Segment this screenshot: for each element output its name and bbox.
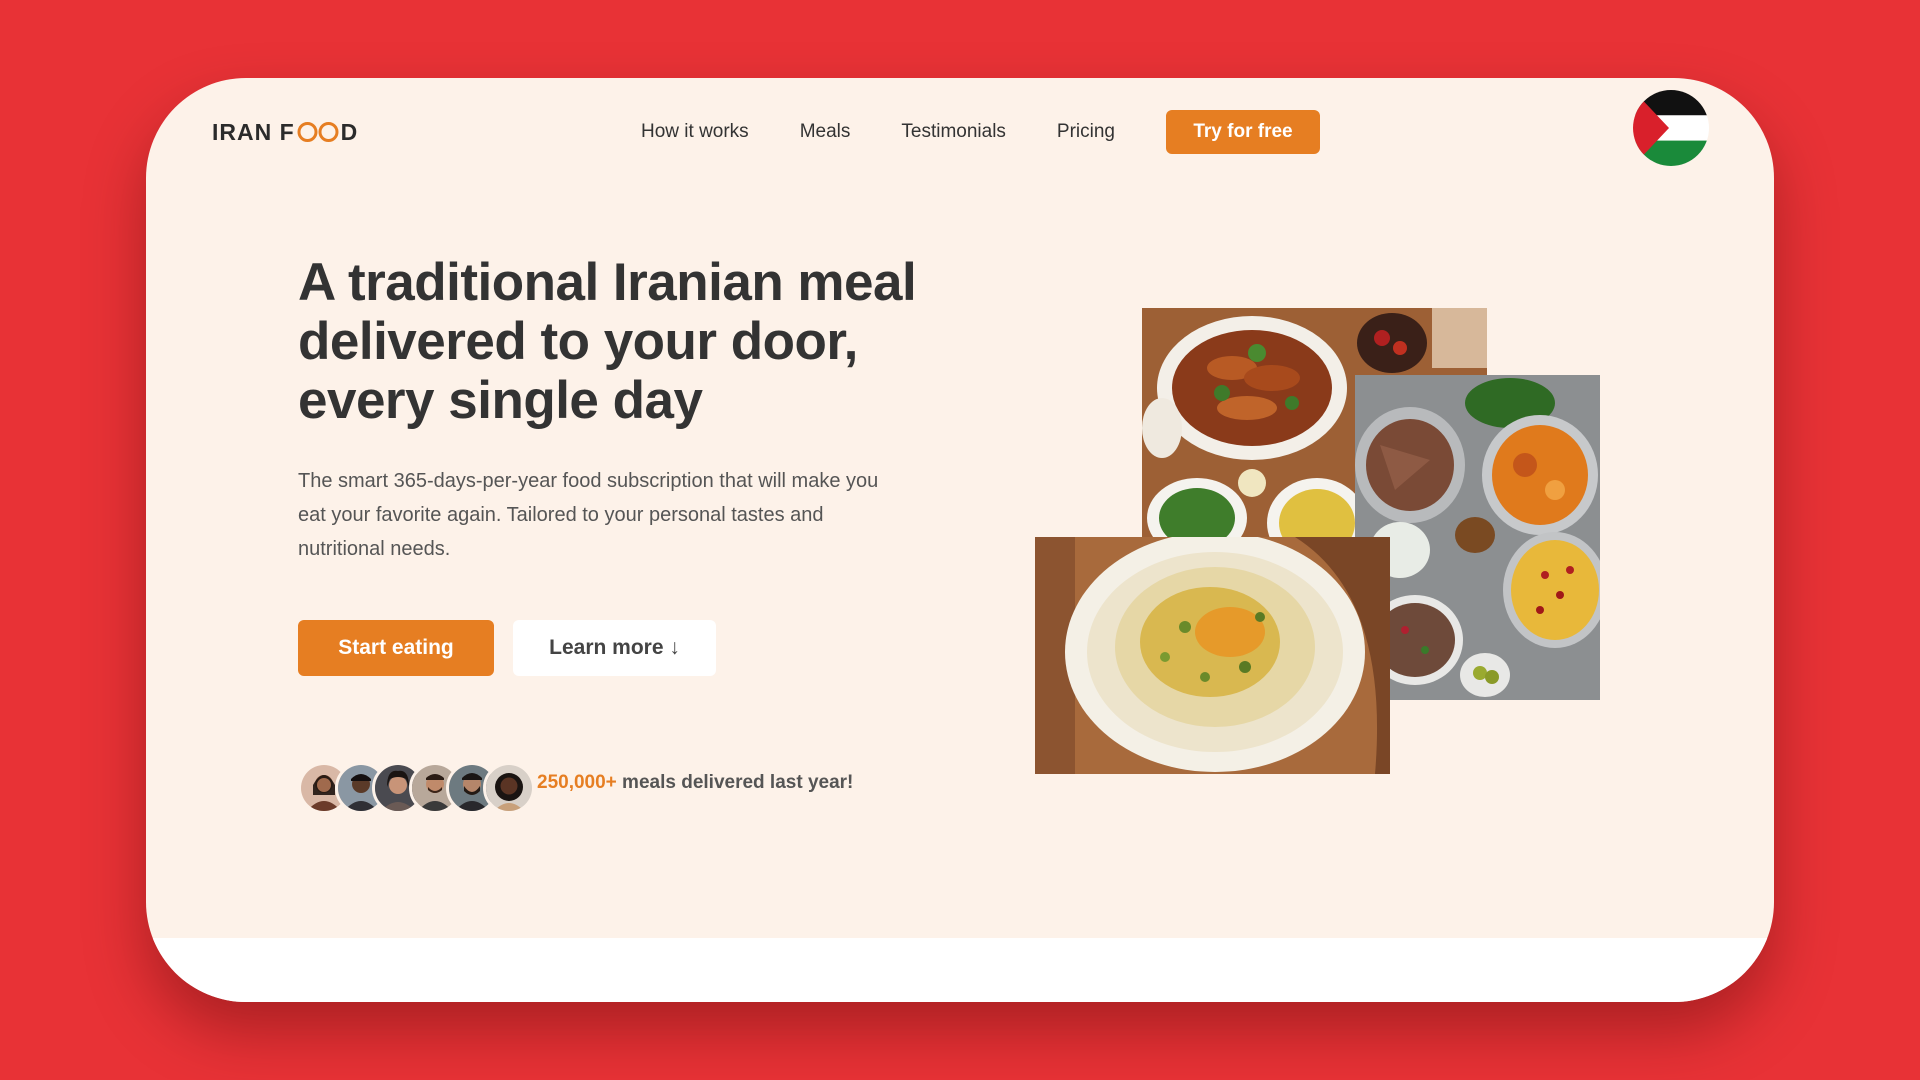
palestine-flag-icon[interactable] [1633,90,1709,166]
hero-title: A traditional Iranian meal delivered to … [298,253,917,430]
logo-text-suffix: D [340,118,359,145]
avatar [483,762,535,814]
infinity-o-icon [297,122,339,142]
page-footer-strip [146,938,1774,1002]
hero-subtitle: The smart 365-days-per-year food subscri… [298,470,879,560]
nav-how-it-works[interactable]: How it works [641,121,749,143]
landing-page-card: IRAN F D How it works Meals Testimonials… [146,78,1774,1002]
saffron-rice-image [1035,537,1390,774]
main-nav: How it works Meals Testimonials Pricing … [641,110,1320,154]
try-for-free-button[interactable]: Try for free [1166,110,1320,154]
delivered-count: 250,000+ [537,772,617,793]
logo-text-prefix: IRAN F [212,118,295,145]
logo[interactable]: IRAN F D [212,114,358,150]
nav-testimonials[interactable]: Testimonials [901,121,1006,143]
nav-meals[interactable]: Meals [800,121,851,143]
learn-more-button[interactable]: Learn more ↓ [513,620,716,676]
nav-pricing[interactable]: Pricing [1057,121,1115,143]
meals-delivered-stat: 250,000+ meals delivered last year! [537,772,853,794]
flag-graphic [1633,90,1709,166]
start-eating-button[interactable]: Start eating [298,620,494,676]
customer-avatars [298,762,535,814]
delivered-text: meals delivered last year! [616,772,854,793]
stew-dishes-image [1355,375,1600,700]
